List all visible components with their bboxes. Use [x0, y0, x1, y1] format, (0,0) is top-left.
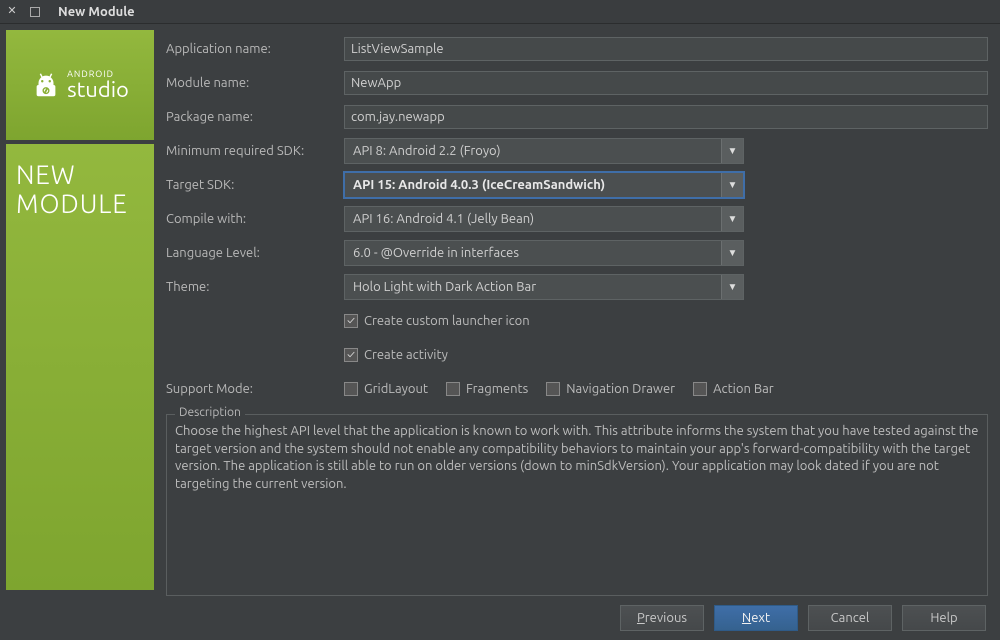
- android-icon: [31, 70, 61, 100]
- action-bar-checkbox[interactable]: [693, 382, 707, 396]
- create-activity-label: Create activity: [364, 348, 448, 362]
- theme-select[interactable]: Holo Light with Dark Action Bar ▼: [344, 274, 744, 300]
- fragments-checkbox[interactable]: [446, 382, 460, 396]
- chevron-down-icon: ▼: [721, 275, 743, 299]
- help-button[interactable]: Help: [902, 605, 986, 631]
- description-legend: Description: [175, 406, 245, 419]
- description-fieldset: Description Choose the highest API level…: [166, 414, 988, 596]
- close-icon[interactable]: ✕: [6, 6, 18, 18]
- wizard-title: NEW MODULE: [6, 144, 154, 590]
- titlebar: ✕ New Module: [0, 0, 1000, 24]
- min-sdk-label: Minimum required SDK:: [166, 144, 344, 158]
- content: ANDROID studio NEW MODULE Application na…: [0, 24, 1000, 596]
- app-name-input[interactable]: [344, 37, 988, 61]
- brand-text: ANDROID studio: [67, 70, 129, 101]
- language-level-label: Language Level:: [166, 246, 344, 260]
- button-bar: Previous Next Cancel Help: [0, 596, 1000, 640]
- gridlayout-checkbox[interactable]: [344, 382, 358, 396]
- package-name-input[interactable]: [344, 105, 988, 129]
- module-name-input[interactable]: [344, 71, 988, 95]
- cancel-button[interactable]: Cancel: [808, 605, 892, 631]
- app-name-label: Application name:: [166, 42, 344, 56]
- chevron-down-icon: ▼: [721, 173, 743, 197]
- support-mode-label: Support Mode:: [166, 382, 344, 396]
- target-sdk-select[interactable]: API 15: Android 4.0.3 (IceCreamSandwich)…: [344, 172, 744, 198]
- create-launcher-icon-checkbox[interactable]: [344, 314, 358, 328]
- wizard-sidebar: ANDROID studio NEW MODULE: [6, 30, 154, 590]
- module-name-label: Module name:: [166, 76, 344, 90]
- theme-label: Theme:: [166, 280, 344, 294]
- min-sdk-select[interactable]: API 8: Android 2.2 (Froyo) ▼: [344, 138, 744, 164]
- target-sdk-label: Target SDK:: [166, 178, 344, 192]
- form-panel: Application name: Module name: Package n…: [156, 24, 1000, 596]
- package-name-label: Package name:: [166, 110, 344, 124]
- chevron-down-icon: ▼: [721, 139, 743, 163]
- create-activity-checkbox[interactable]: [344, 348, 358, 362]
- create-launcher-icon-label: Create custom launcher icon: [364, 314, 530, 328]
- compile-with-label: Compile with:: [166, 212, 344, 226]
- chevron-down-icon: ▼: [721, 207, 743, 231]
- description-text: Choose the highest API level that the ap…: [175, 423, 979, 493]
- previous-button[interactable]: Previous: [620, 605, 704, 631]
- window-title: New Module: [58, 5, 135, 19]
- brand-logo-block: ANDROID studio: [6, 30, 154, 140]
- chevron-down-icon: ▼: [721, 241, 743, 265]
- compile-with-select[interactable]: API 16: Android 4.1 (Jelly Bean) ▼: [344, 206, 744, 232]
- next-button[interactable]: Next: [714, 605, 798, 631]
- language-level-select[interactable]: 6.0 - @Override in interfaces ▼: [344, 240, 744, 266]
- navigation-drawer-checkbox[interactable]: [546, 382, 560, 396]
- minimize-icon[interactable]: [30, 7, 40, 17]
